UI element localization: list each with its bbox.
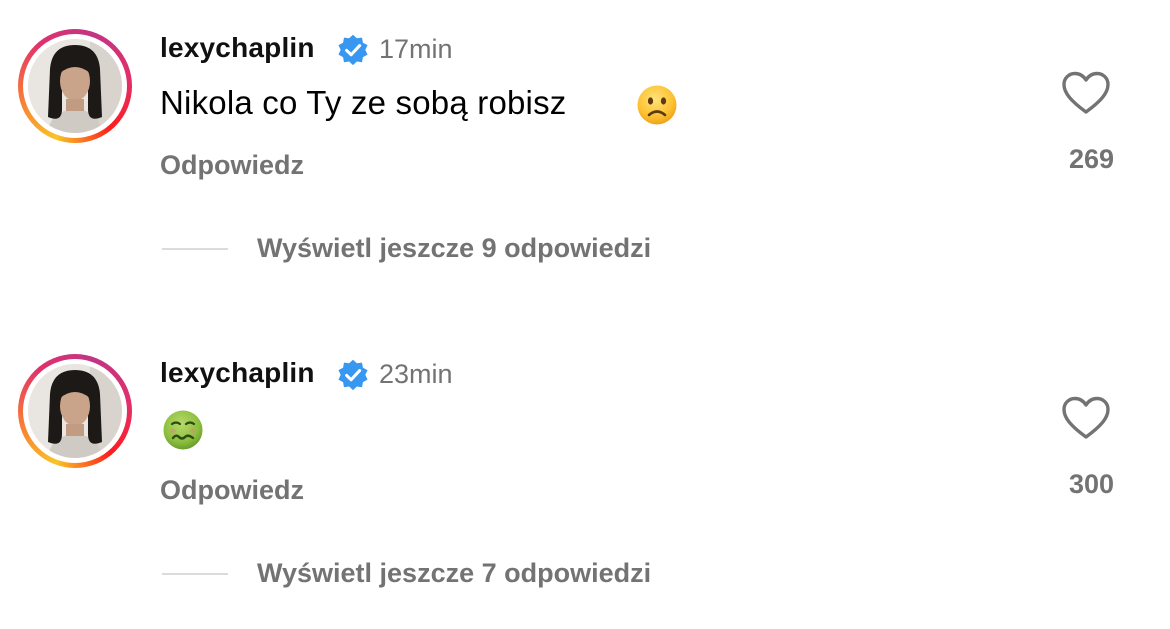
comment-timestamp: 17min [379,34,453,64]
replies-divider [162,248,228,250]
verified-badge-icon [338,359,368,391]
avatar[interactable] [18,354,132,468]
slightly-frowning-face-icon [637,85,677,125]
reply-button[interactable]: Odpowiedz [160,150,304,181]
reply-button[interactable]: Odpowiedz [160,475,304,506]
comment-username[interactable]: lexychaplin [160,357,315,389]
comment-timestamp: 23min [379,359,453,389]
comment: lexychaplin 17min Nikola co Ty ze sobą r… [0,0,1170,300]
heart-icon[interactable] [1061,70,1111,116]
like-count: 269 [1068,144,1114,174]
view-replies-label: Wyświetl jeszcze 7 odpowiedzi [257,558,652,588]
heart-icon[interactable] [1061,395,1111,441]
comment-username[interactable]: lexychaplin [160,32,315,64]
view-more-replies-button[interactable]: Wyświetl jeszcze 7 odpowiedzi [162,558,782,592]
replies-divider [162,573,228,575]
like-count: 300 [1068,469,1114,499]
view-replies-label: Wyświetl jeszcze 9 odpowiedzi [257,233,652,263]
comment: lexychaplin 23min Odpowiedz 300 Wyświetl… [0,325,1170,625]
nauseated-face-icon [163,410,203,450]
comment-text: Nikola co Ty ze sobą robisz [160,84,567,121]
view-more-replies-button[interactable]: Wyświetl jeszcze 9 odpowiedzi [162,233,782,267]
verified-badge-icon [338,34,368,66]
avatar[interactable] [18,29,132,143]
